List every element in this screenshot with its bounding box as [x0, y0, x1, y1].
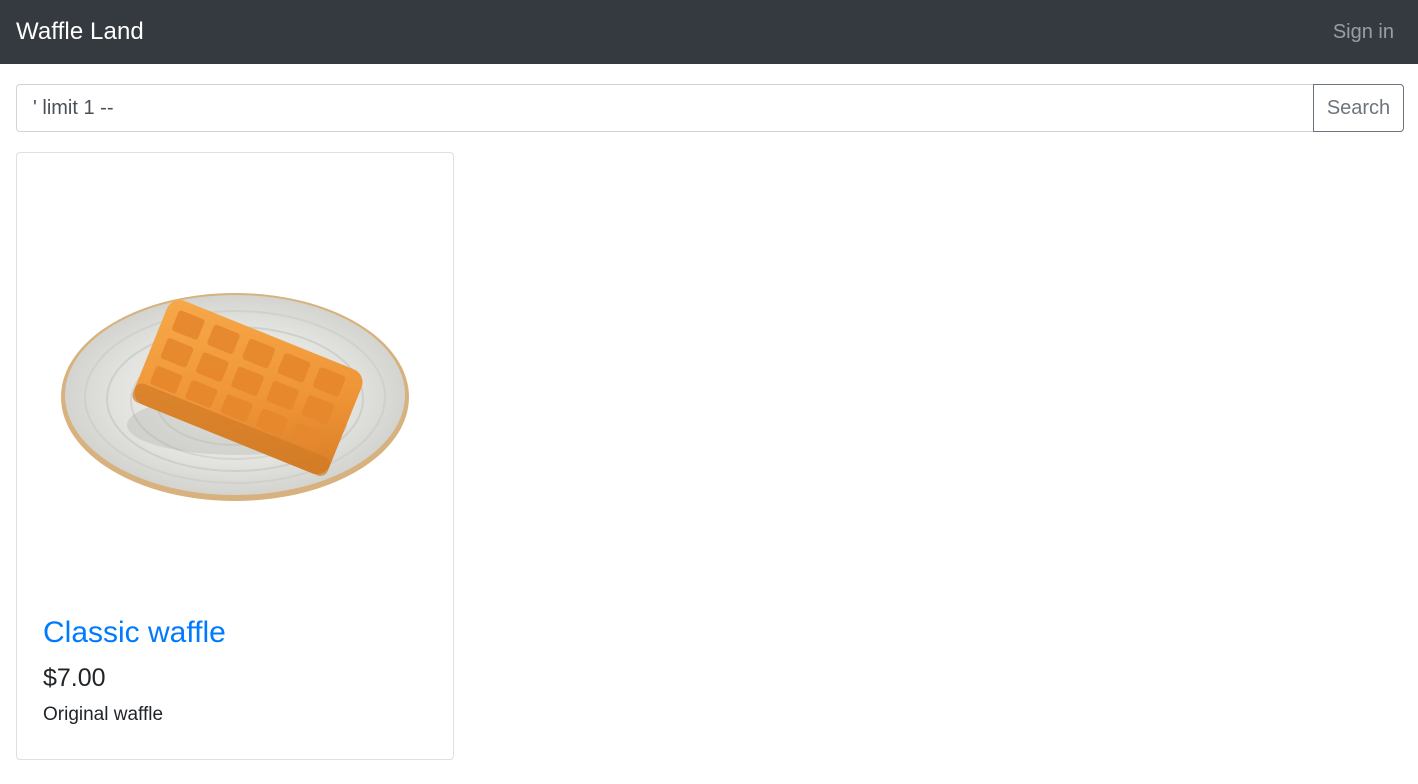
product-description: Original waffle [43, 704, 164, 725]
waffle-image [61, 293, 409, 501]
product-card: Classic waffle $7.00 Original waffle [16, 152, 454, 760]
sign-in-link[interactable]: Sign in [1333, 21, 1394, 44]
search-button[interactable]: Search [1313, 84, 1404, 132]
card-body: Classic waffle $7.00 Original waffle [43, 615, 433, 727]
search-form: Search [16, 84, 1404, 132]
top-navbar: Waffle Land Sign in [0, 0, 1418, 64]
product-title-link[interactable]: Classic waffle [43, 615, 433, 651]
brand-link[interactable]: Waffle Land [16, 18, 144, 46]
product-price: $7.00 [43, 664, 106, 692]
search-input[interactable] [16, 84, 1313, 132]
